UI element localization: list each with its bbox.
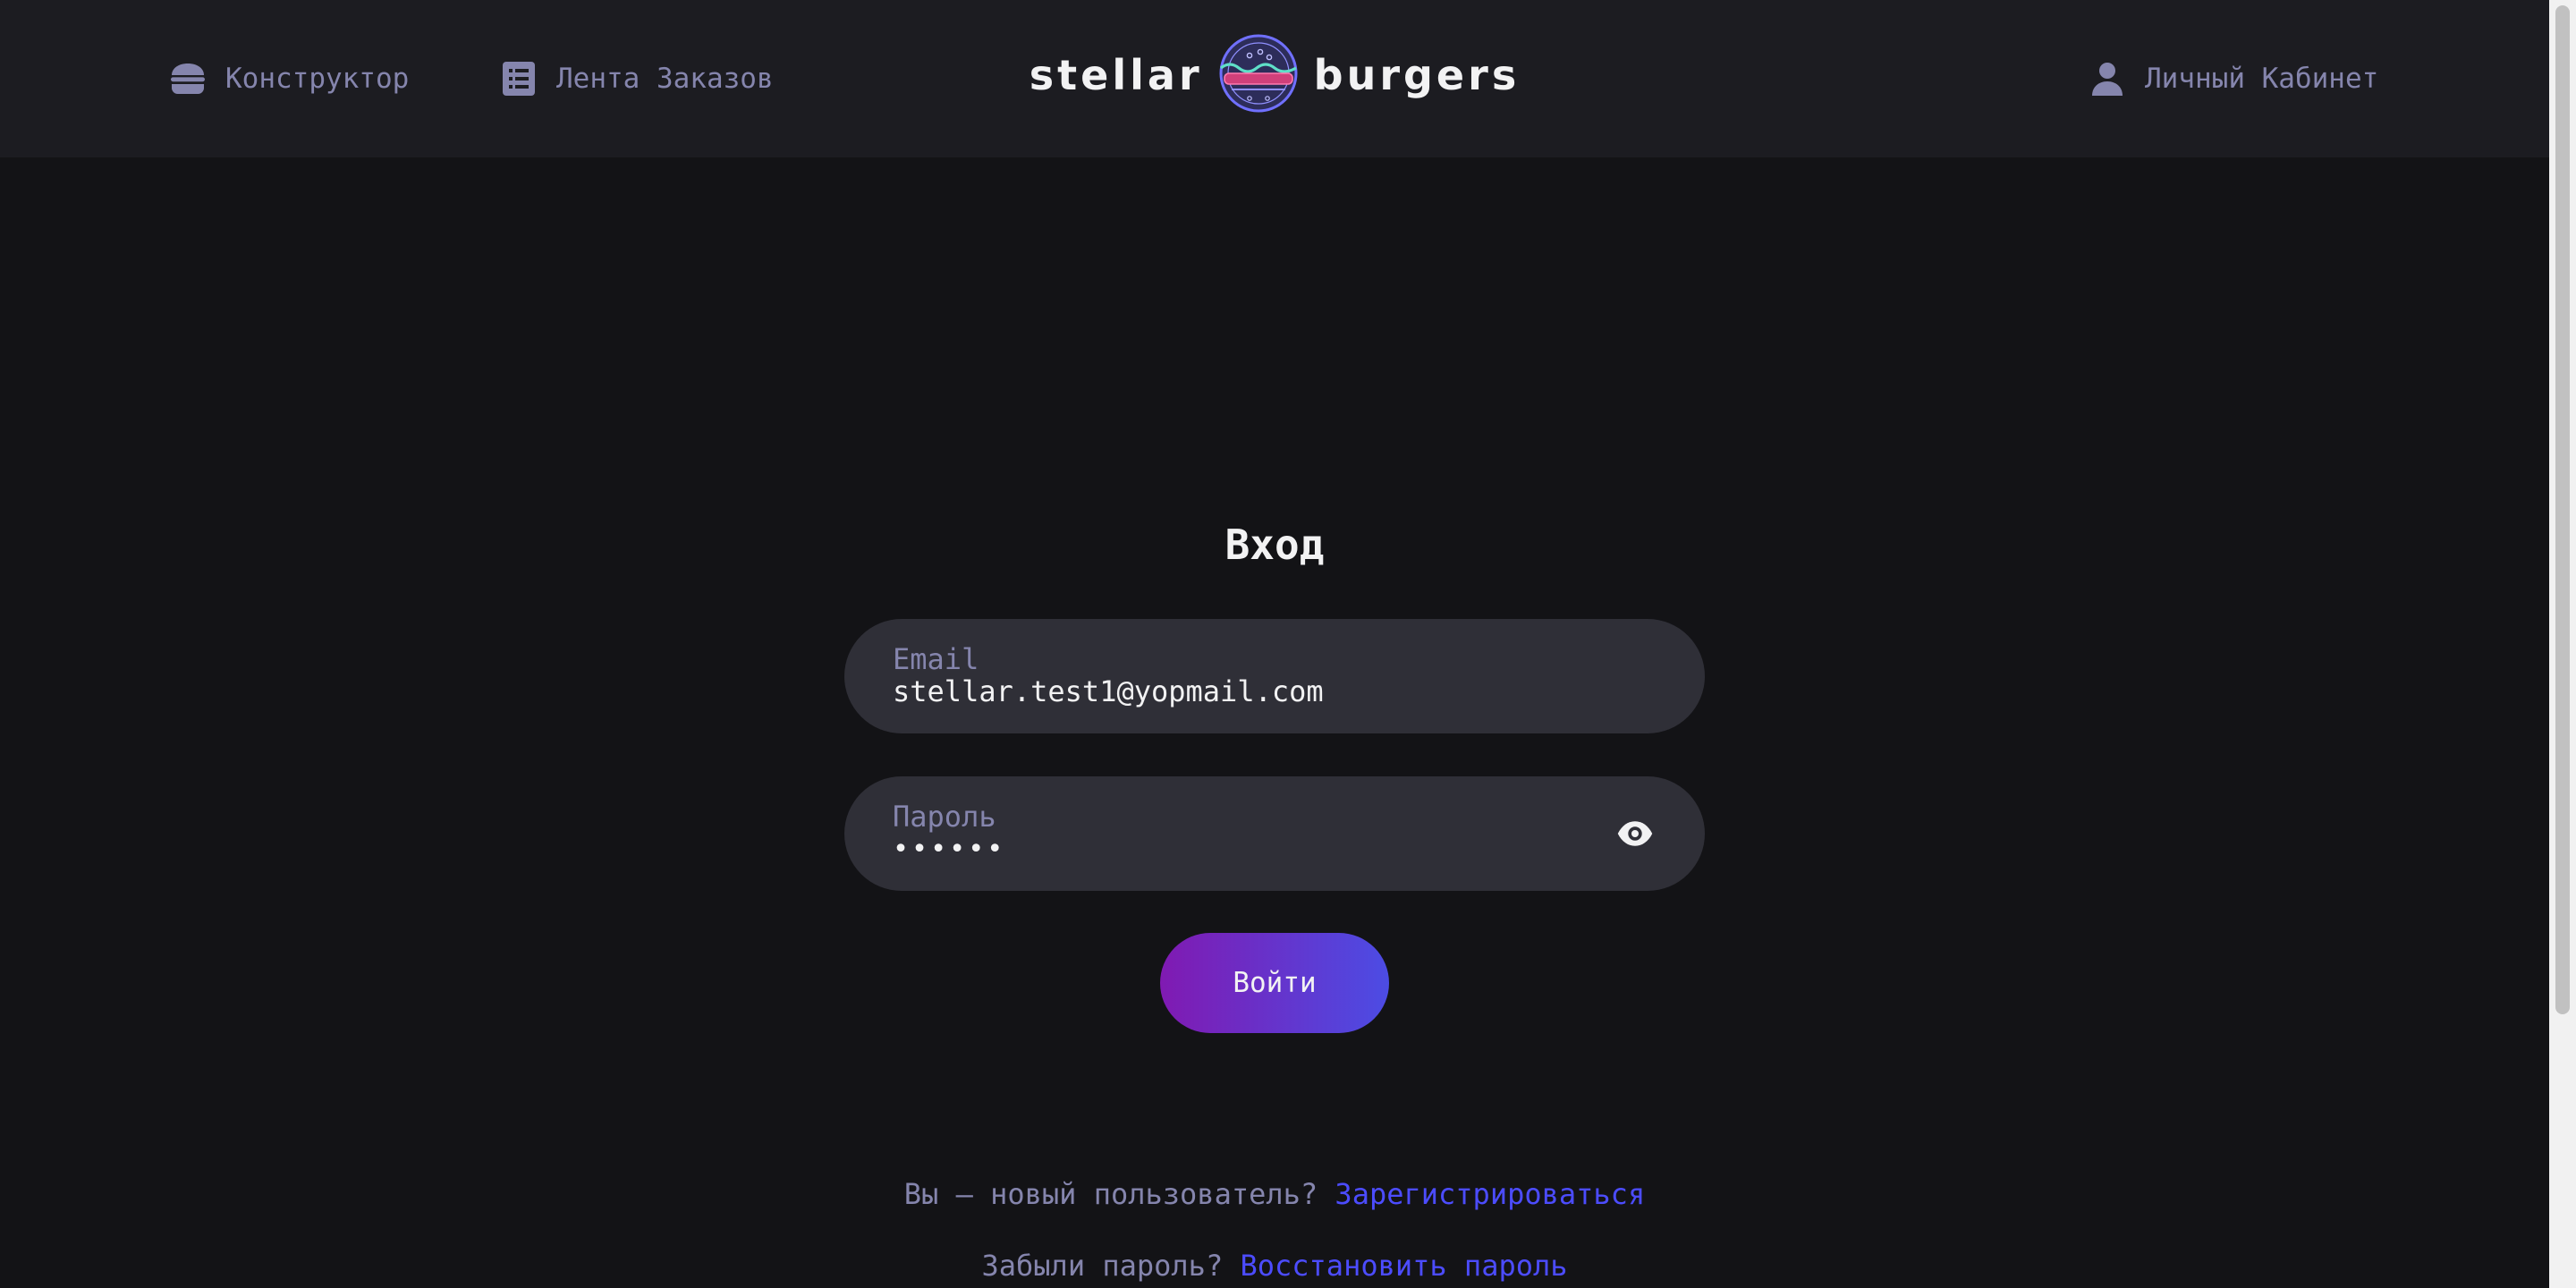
scrollbar-thumb[interactable] [2555,5,2570,1014]
register-line: Вы — новый пользователь? Зарегистрироват… [0,1177,2549,1211]
email-input[interactable]: stellar.test1@yopmail.com [893,674,1324,708]
nav-constructor[interactable]: Конструктор [166,57,409,100]
logo-left-word: stellar [1029,51,1203,99]
burger-planet-logo-icon [1217,32,1300,118]
nav-order-feed-label: Лента Заказов [556,63,774,95]
vertical-scrollbar[interactable] [2549,0,2576,1288]
login-page: Вход Email stellar.test1@yopmail.com Пар… [0,157,2549,1288]
app-viewport: Конструктор Лента Заказов stellar burger… [0,0,2549,1288]
password-input[interactable]: •••••• [893,834,1005,865]
nav-account-label: Личный Кабинет [2145,63,2379,95]
login-button[interactable]: Войти [1160,933,1389,1033]
forgot-password-line: Забыли пароль? Восстановить пароль [0,1249,2549,1283]
email-field[interactable]: Email stellar.test1@yopmail.com [844,619,1705,733]
nav-order-feed[interactable]: Лента Заказов [497,57,774,100]
profile-icon [2086,57,2129,100]
nav-constructor-label: Конструктор [225,63,410,95]
logo-right-word: burgers [1313,51,1521,99]
page-title: Вход [1224,521,1325,569]
password-field[interactable]: Пароль •••••• [844,776,1705,891]
app-header: Конструктор Лента Заказов stellar burger… [0,0,2549,157]
list-icon [497,57,540,100]
stellar-burgers-logo[interactable]: stellar burgers [1011,30,1538,120]
forgot-password-prompt: Забыли пароль? [981,1249,1224,1283]
nav-account[interactable]: Личный Кабинет [2086,57,2378,100]
burger-icon [166,57,209,100]
password-field-label: Пароль [893,800,996,834]
register-link[interactable]: Зарегистрироваться [1335,1177,1645,1211]
register-prompt: Вы — новый пользователь? [903,1177,1318,1211]
eye-icon[interactable] [1614,812,1657,855]
recover-password-link[interactable]: Восстановить пароль [1240,1249,1567,1283]
email-field-label: Email [893,642,979,676]
